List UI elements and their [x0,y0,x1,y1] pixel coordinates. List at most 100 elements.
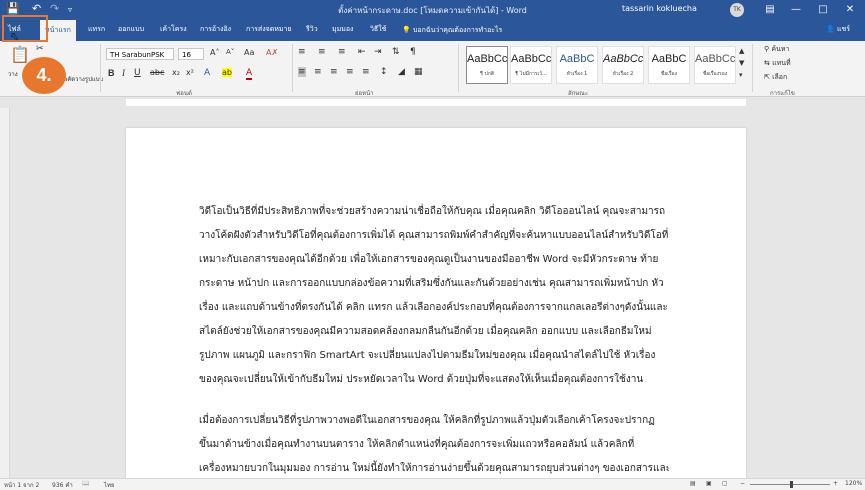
minimize-icon[interactable]: — [786,1,806,19]
print-layout-icon[interactable]: ▣ [706,480,712,487]
underline-icon[interactable]: U [134,68,141,78]
text-line: ขึ้นมาด้านข้างเมื่อคุณทำงานบนตาราง ให้คล… [199,439,635,450]
divider [100,44,101,92]
zoom-in-icon[interactable]: + [833,480,838,487]
close-icon[interactable]: ✕ [840,1,860,19]
align-left-icon[interactable]: ≡ [298,67,306,77]
style-sample: AaBbCc [467,53,507,65]
tab-mailings[interactable]: การส่งจดหมาย [246,24,292,35]
grow-font-icon[interactable]: A˄ [210,48,219,57]
style-subtitle[interactable]: AaBbCcD ชื่อเรื่องรอง [694,46,736,84]
sort-icon[interactable]: ⇅ [392,47,400,57]
replace-button[interactable]: ⇆ แทนที่ [764,58,791,69]
file-tab-highlight [2,15,48,42]
font-name-combo[interactable]: TH SarabunPSK [106,48,174,60]
show-marks-icon[interactable]: ¶ [410,47,416,57]
style-normal[interactable]: AaBbCc ¶ ปกติ [466,46,508,84]
style-name: ¶ ปกติ [479,71,495,77]
numbering-icon[interactable]: ≡ [318,47,326,57]
superscript-icon[interactable]: x² [186,68,194,77]
style-title[interactable]: AaBbC ชื่อเรื่อง [648,46,690,84]
text-line: กระดาษ หน้าปก และการออกแบบกล่องข้อความที… [199,278,664,289]
highlight-icon[interactable]: ab [222,68,232,77]
style-name: หัวเรื่อง 1 [566,71,588,77]
tab-layout[interactable]: เค้าโครง [160,24,187,35]
ruler-track [126,99,746,106]
increase-indent-icon[interactable]: ⇥ [374,47,382,57]
distributed-icon[interactable]: ≡ [362,67,370,77]
tab-insert[interactable]: แทรก [88,24,105,35]
styles-scroll-down-icon[interactable]: ▼ [739,59,744,67]
divider [292,44,293,92]
subscript-icon[interactable]: x₂ [172,68,180,77]
style-name: ชื่อเรื่อง [660,71,678,77]
style-sample: AaBbC [559,53,595,65]
avatar[interactable]: TK [730,3,744,17]
proofing-icon[interactable]: 📖 [82,480,89,487]
style-heading-1[interactable]: AaBbC หัวเรื่อง 1 [556,46,598,84]
title-bar: 💾 ↶ ↷ ▿ ตั้งค่าหน้ากระดาษ.doc [โหมดความเ… [0,0,865,20]
align-right-icon[interactable]: ≡ [330,67,338,77]
text-line: ของคุณจะเปลี่ยนให้เข้ากับธีมใหม่ ประหยัด… [199,374,644,385]
zoom-slider-thumb[interactable] [790,481,793,488]
style-name: ¶ ไม่มีการเว้... [515,71,547,77]
share-button[interactable]: 👤 แชร์ [826,24,850,35]
styles-scroll-up-icon[interactable]: ▲ [739,47,744,55]
style-sample: AaBbCc [511,53,551,65]
change-case-icon[interactable]: Aa [244,48,254,57]
status-bar: หน้า 1 จาก 2 936 คำ 📖 ไทย ▤ ▣ ▢ − + 120% [0,478,865,490]
text-line: เหมาะกับเอกสารของคุณได้อีกด้วย เพื่อให้เ… [199,254,659,265]
multilevel-list-icon[interactable]: ≡ [338,47,346,57]
center-icon[interactable]: ≡ [314,67,322,77]
tab-view[interactable]: มุมมอง [332,24,353,35]
select-button[interactable]: ⇱ เลือก [764,72,787,83]
style-name: หัวเรื่อง 2 [612,71,634,77]
style-sample: AaBbC [651,53,687,65]
bold-icon[interactable]: B [108,68,115,78]
horizontal-ruler[interactable] [0,97,865,108]
line-spacing-icon[interactable]: ↕ [380,67,388,77]
shrink-font-icon[interactable]: A˅ [226,48,234,56]
format-painter-button[interactable]: ตัวคัดวางรูปแบบ [60,74,103,84]
tab-references[interactable]: การอ้างอิง [200,24,231,35]
user-name[interactable]: tassarin kokluecha [622,4,697,13]
zoom-out-icon[interactable]: − [740,480,745,487]
style-sample: AaBbCc [603,53,643,65]
bullets-icon[interactable]: ≡ [298,47,306,57]
text-line: รูปภาพ แผนภูมิ และกราฟิก SmartArt จะเปลี… [199,350,656,361]
text-line: วิดีโอเป็นวิธีที่มีประสิทธิภาพที่จะช่วยส… [199,206,666,217]
ribbon-display-icon[interactable]: ▤ [760,1,780,19]
read-mode-icon[interactable]: ▤ [690,480,696,487]
text-effects-icon[interactable]: A [204,68,210,78]
strikethrough-icon[interactable]: abc [150,68,164,77]
italic-icon[interactable]: I [122,68,125,78]
style-no-spacing[interactable]: AaBbCc ¶ ไม่มีการเว้... [510,46,552,84]
web-layout-icon[interactable]: ▢ [722,480,728,487]
paste-label[interactable]: วาง [8,69,18,79]
justify-icon[interactable]: ≡ [346,67,354,77]
decrease-indent-icon[interactable]: ⇤ [358,47,366,57]
styles-more-icon[interactable]: ▾ [739,71,743,79]
document-page[interactable]: วิดีโอเป็นวิธีที่มีประสิทธิภาพที่จะช่วยส… [126,128,746,478]
text-line: เมื่อต้องการเปลี่ยนวิธีที่รูปภาพวางพอดีใ… [199,415,655,426]
paste-icon[interactable]: 📋 [10,45,30,64]
tab-design[interactable]: ออกแบบ [118,24,144,35]
maximize-icon[interactable]: □ [813,1,833,19]
tab-help[interactable]: วิธีใช้ [370,24,386,35]
font-color-icon[interactable]: A [246,68,253,80]
tab-review[interactable]: รีวิว [306,24,318,35]
cut-icon[interactable]: ✂ [36,44,44,54]
zoom-level[interactable]: 120% [845,480,862,487]
find-button[interactable]: ⚲ ค้นหา [764,44,789,55]
borders-icon[interactable]: ▦ [414,67,423,77]
tell-me-box[interactable]: 💡 บอกฉันว่าคุณต้องการทำอะไร [402,25,502,36]
style-heading-2[interactable]: AaBbCc หัวเรื่อง 2 [602,46,644,84]
shading-icon[interactable]: ◢ [398,67,405,77]
ribbon: 📋 วาง ✂ ⧉ ตัวคัดวางรูปแบบ TH SarabunPSK … [0,41,865,97]
clear-formatting-icon[interactable]: A✗ [266,48,278,57]
share-label: แชร์ [836,25,850,33]
vertical-ruler[interactable] [0,108,10,478]
ribbon-tab-bar: ไฟล์ หน้าแรก แทรก ออกแบบ เค้าโครง การอ้า… [0,20,865,41]
text-line: เรื่อง และแถบด้านข้างที่ตรงกันได้ คลิก แ… [199,302,668,313]
font-size-combo[interactable]: 16 [178,48,204,60]
